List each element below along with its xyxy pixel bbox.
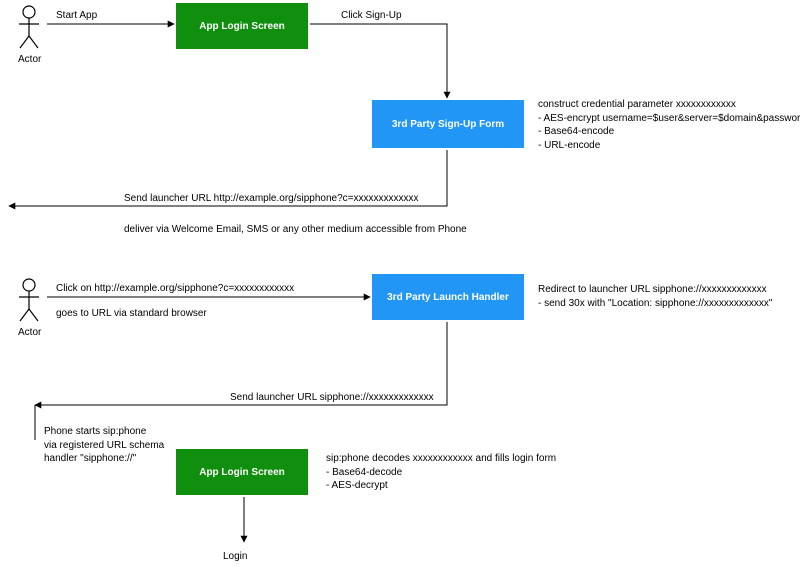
- box-label: 3rd Party Sign-Up Form: [392, 119, 504, 130]
- actor-icon: [19, 6, 39, 48]
- box-app-login-screen: App Login Screen: [176, 3, 308, 49]
- box-app-login-screen: App Login Screen: [176, 449, 308, 495]
- actor-label: Actor: [18, 326, 41, 340]
- box-label: App Login Screen: [199, 21, 285, 32]
- label-redirect: Redirect to launcher URL sipphone://xxxx…: [538, 283, 772, 310]
- label-click-on: Click on http://example.org/sipphone?c=x…: [56, 282, 294, 296]
- label-deliver: deliver via Welcome Email, SMS or any ot…: [124, 223, 467, 237]
- label-start-app: Start App: [56, 9, 97, 23]
- label-phone-starts: Phone starts sip:phone via registered UR…: [44, 425, 164, 466]
- box-launch-handler: 3rd Party Launch Handler: [372, 274, 524, 320]
- label-decodes: sip:phone decodes xxxxxxxxxxxx and fills…: [326, 452, 556, 493]
- label-goes-to: goes to URL via standard browser: [56, 307, 207, 321]
- label-send-url: Send launcher URL sipphone://xxxxxxxxxxx…: [230, 391, 434, 405]
- box-signup-form: 3rd Party Sign-Up Form: [372, 100, 524, 148]
- label-login: Login: [223, 550, 247, 564]
- actor-label: Actor: [18, 53, 41, 67]
- box-label: 3rd Party Launch Handler: [387, 292, 509, 303]
- label-click-signup: Click Sign-Up: [341, 9, 402, 23]
- box-label: App Login Screen: [199, 467, 285, 478]
- label-send-url: Send launcher URL http://example.org/sip…: [124, 192, 419, 206]
- actor-icon: [19, 279, 39, 321]
- label-construct: construct credential parameter xxxxxxxxx…: [538, 98, 800, 152]
